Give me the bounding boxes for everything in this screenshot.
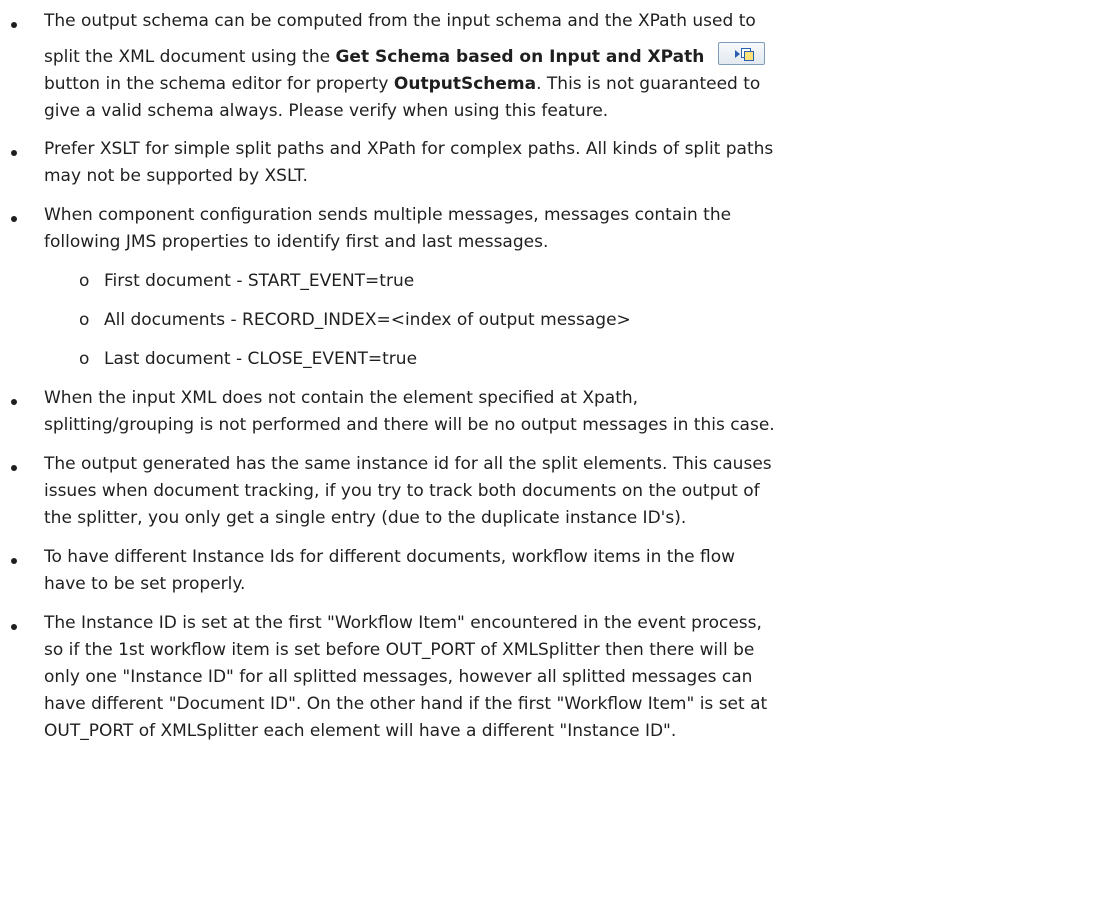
button-name: Get Schema based on Input and XPath <box>335 47 705 67</box>
list-item: The output generated has the same instan… <box>0 451 1086 532</box>
bullet-icon <box>11 558 17 564</box>
property-name: OutputSchema <box>393 74 537 94</box>
sub-list-item: o All documents - RECORD_INDEX=<index of… <box>0 307 1104 334</box>
text-line: button in the schema editor for property… <box>44 74 761 94</box>
text-line: give a valid schema always. Please verif… <box>44 101 609 121</box>
sub-list-item: o Last document - CLOSE_EVENT=true <box>0 346 1104 373</box>
text-line: so if the 1st workflow item is set befor… <box>44 640 755 660</box>
bullet-icon <box>11 465 17 471</box>
sub-bullet-marker: o <box>79 349 90 369</box>
text-line: When component configuration sends multi… <box>44 205 732 225</box>
list-item: The Instance ID is set at the first "Wor… <box>0 610 1086 745</box>
text-line: issues when document tracking, if you tr… <box>44 481 760 501</box>
text-line: have to be set properly. <box>44 574 246 594</box>
text-line: the splitter, you only get a single entr… <box>44 508 687 528</box>
text-line: may not be supported by XSLT. <box>44 166 308 186</box>
text-line: OUT_PORT of XMLSplitter each element wil… <box>44 721 677 741</box>
sub-list-item: o First document - START_EVENT=true <box>0 268 1104 295</box>
list-item: When the input XML does not contain the … <box>0 385 1086 439</box>
list-item: To have different Instance Ids for diffe… <box>0 544 1086 598</box>
sub-bullet-marker: o <box>79 310 90 330</box>
list-item: When component configuration sends multi… <box>0 202 1086 256</box>
text-line: The Instance ID is set at the first "Wor… <box>44 613 762 633</box>
list-item: Prefer XSLT for simple split paths and X… <box>0 136 1086 190</box>
text-line: splitting/grouping is not performed and … <box>44 415 775 435</box>
text-line: To have different Instance Ids for diffe… <box>44 547 736 567</box>
bullet-icon <box>11 150 17 156</box>
bullet-icon <box>11 624 17 630</box>
text-line: split the XML document using the Get Sch… <box>44 35 1086 71</box>
document-body: The output schema can be computed from t… <box>0 0 1104 745</box>
bullet-icon <box>11 216 17 222</box>
text-line: only one "Instance ID" for all splitted … <box>44 667 753 687</box>
text-line: have different "Document ID". On the oth… <box>44 694 768 714</box>
text-line: The output schema can be computed from t… <box>44 11 756 31</box>
text-line: following JMS properties to identify fir… <box>44 232 549 252</box>
bullet-icon <box>11 399 17 405</box>
text-line: Prefer XSLT for simple split paths and X… <box>44 139 774 159</box>
text-line: When the input XML does not contain the … <box>44 388 639 408</box>
get-schema-icon <box>718 41 766 65</box>
list-item: The output schema can be computed from t… <box>0 8 1086 125</box>
sub-bullet-marker: o <box>79 271 90 291</box>
text-line: The output generated has the same instan… <box>44 454 772 474</box>
bullet-icon <box>11 22 17 28</box>
